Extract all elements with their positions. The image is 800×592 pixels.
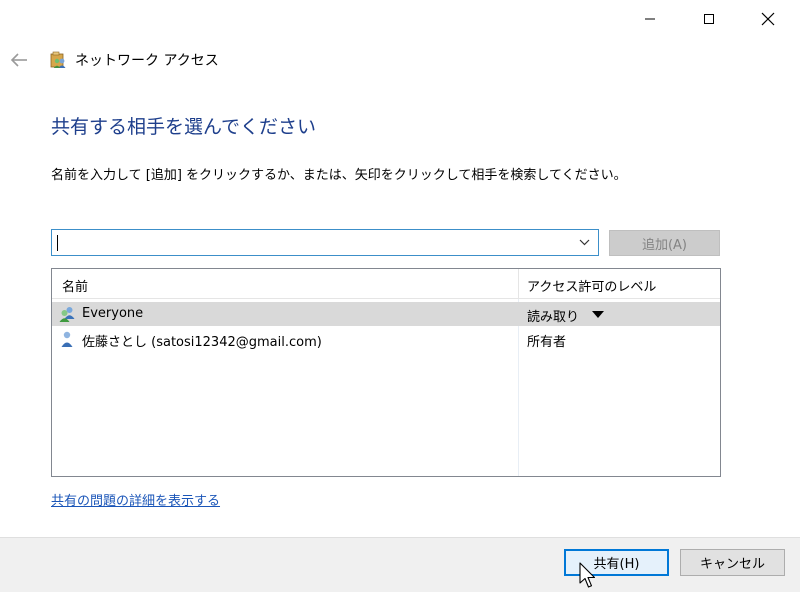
maximize-button[interactable] — [686, 0, 732, 38]
permission-level: 所有者 — [527, 335, 567, 350]
close-button[interactable] — [745, 0, 791, 38]
list-item-name: 佐藤さとし (satosi12342@gmail.com) — [82, 335, 322, 350]
window-title: ネットワーク アクセス — [75, 53, 219, 69]
share-list[interactable]: 名前 アクセス許可のレベル Everyone 読み取り 佐藤さとし (satos… — [51, 268, 721, 477]
user-icon — [61, 331, 73, 347]
column-divider[interactable] — [518, 269, 519, 299]
minimize-icon — [645, 18, 655, 20]
add-button[interactable]: 追加(A) — [609, 230, 720, 256]
back-arrow-icon — [10, 53, 27, 67]
network-access-icon — [50, 51, 66, 68]
list-item-everyone[interactable]: Everyone 読み取り — [52, 302, 720, 326]
text-caret — [57, 235, 58, 251]
chevron-down-icon — [579, 239, 589, 246]
list-header: 名前 アクセス許可のレベル — [52, 269, 720, 299]
list-item-owner[interactable]: 佐藤さとし (satosi12342@gmail.com) 所有者 — [52, 327, 720, 351]
group-users-icon — [59, 307, 75, 322]
share-button[interactable]: 共有(H) — [564, 549, 669, 576]
close-icon — [761, 12, 775, 26]
permission-level[interactable]: 読み取り — [527, 306, 579, 325]
dropdown-arrow-icon[interactable] — [591, 310, 605, 319]
combo-dropdown-button[interactable] — [574, 230, 594, 255]
name-input[interactable] — [52, 230, 572, 255]
instruction-text: 名前を入力して [追加] をクリックするか、または、矢印をクリックして相手を検索… — [51, 168, 627, 183]
column-header-level[interactable]: アクセス許可のレベル — [527, 276, 656, 295]
page-heading: 共有する相手を選んでください — [51, 116, 317, 138]
sharing-problems-link[interactable]: 共有の問題の詳細を表示する — [51, 490, 220, 509]
cancel-button[interactable]: キャンセル — [680, 549, 785, 576]
column-header-name[interactable]: 名前 — [62, 276, 88, 295]
maximize-icon — [704, 14, 714, 24]
list-item-name: Everyone — [82, 306, 144, 321]
back-button[interactable] — [6, 47, 32, 73]
minimize-button[interactable] — [627, 0, 673, 38]
name-combo-box[interactable] — [51, 229, 599, 256]
